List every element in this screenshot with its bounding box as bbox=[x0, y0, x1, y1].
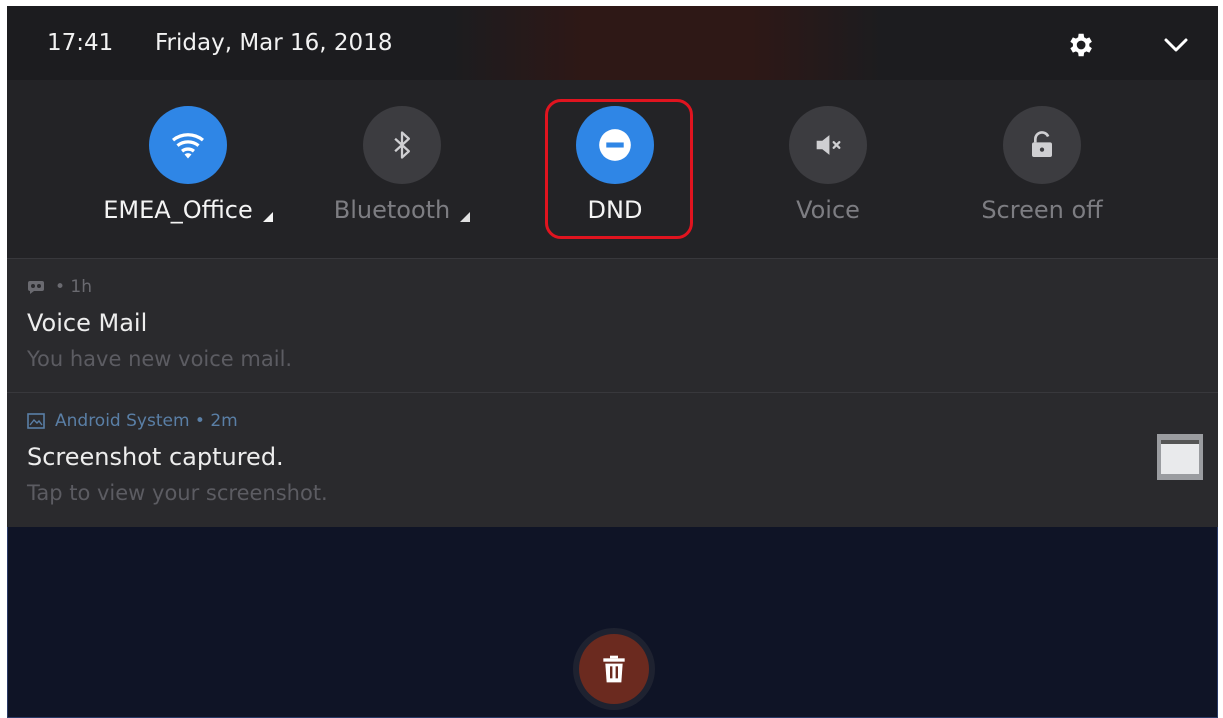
image-icon bbox=[27, 413, 45, 429]
tile-screen-off[interactable]: Screen off bbox=[942, 106, 1142, 224]
chevron-down-icon[interactable] bbox=[1159, 30, 1193, 60]
tile-label-voice: Voice bbox=[796, 196, 860, 224]
notification-age: • 2m bbox=[189, 411, 238, 431]
dropdown-triangle-icon bbox=[460, 212, 471, 222]
notification-title: Voice Mail bbox=[27, 309, 148, 337]
voicemail-icon bbox=[28, 281, 44, 294]
trash-icon bbox=[603, 655, 625, 683]
notification-body: You have new voice mail. bbox=[27, 347, 293, 371]
tile-bluetooth[interactable]: Bluetooth bbox=[302, 106, 502, 224]
tile-label-bluetooth[interactable]: Bluetooth bbox=[302, 196, 502, 224]
notification-screenshot[interactable]: Android System • 2m Screenshot captured.… bbox=[7, 392, 1218, 527]
wifi-icon bbox=[149, 106, 227, 184]
background-overlay bbox=[452, 6, 882, 80]
dnd-highlight-box bbox=[545, 99, 693, 239]
lock-icon bbox=[1003, 106, 1081, 184]
gear-icon[interactable] bbox=[1065, 30, 1095, 60]
tile-voice[interactable]: Voice bbox=[728, 106, 928, 224]
volume-mute-icon bbox=[789, 106, 867, 184]
tile-label-wifi[interactable]: EMEA_Office bbox=[88, 196, 288, 224]
notification-title: Screenshot captured. bbox=[27, 443, 284, 471]
status-date[interactable]: Friday, Mar 16, 2018 bbox=[155, 30, 392, 56]
status-time: 17:41 bbox=[47, 30, 114, 56]
tile-wifi[interactable]: EMEA_Office bbox=[88, 106, 288, 224]
notification-meta: Android System • 2m bbox=[27, 411, 238, 431]
dropdown-triangle-icon bbox=[262, 212, 273, 222]
screenshot-thumbnail[interactable] bbox=[1157, 434, 1203, 480]
clear-all-button[interactable] bbox=[579, 634, 649, 704]
status-bar: 17:41 Friday, Mar 16, 2018 bbox=[7, 6, 1218, 80]
notification-age: • 1h bbox=[55, 277, 93, 297]
notification-shade: 17:41 Friday, Mar 16, 2018 EMEA_Office B… bbox=[7, 6, 1218, 718]
tile-label-screen-off: Screen off bbox=[981, 196, 1103, 224]
notification-voicemail[interactable]: • 1h Voice Mail You have new voice mail. bbox=[7, 258, 1218, 393]
notification-app-name: Android System bbox=[55, 411, 190, 431]
notification-body: Tap to view your screenshot. bbox=[27, 481, 328, 505]
notification-meta: • 1h bbox=[27, 277, 92, 297]
bluetooth-icon bbox=[363, 106, 441, 184]
